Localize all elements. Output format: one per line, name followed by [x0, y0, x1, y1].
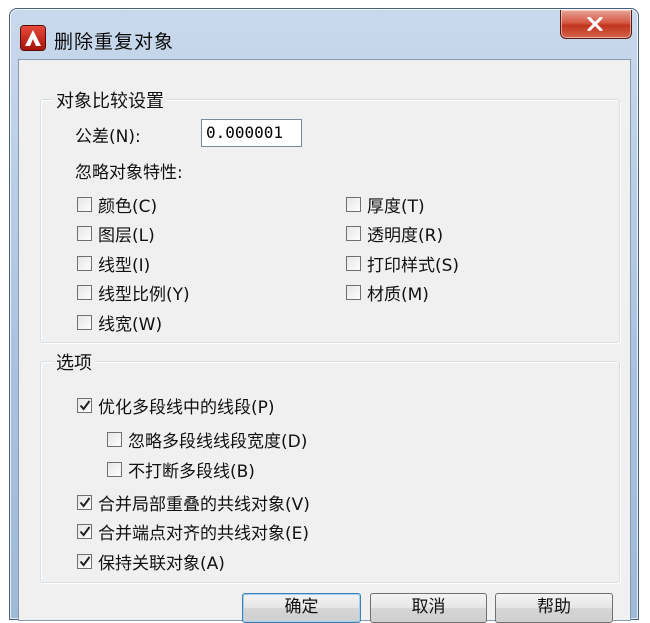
checkmark-icon [79, 399, 91, 411]
checkbox[interactable] [346, 284, 361, 300]
option-linetype[interactable]: 线型(I) [77, 251, 150, 276]
option-layer[interactable]: 图层(L) [77, 221, 155, 246]
option-material[interactable]: 材质(M) [346, 280, 429, 305]
option-linetype-scale[interactable]: 线型比例(Y) [77, 280, 190, 305]
option-lineweight[interactable]: 线宽(W) [77, 310, 162, 335]
checkbox[interactable] [107, 431, 122, 447]
checkbox[interactable] [77, 196, 92, 212]
autocad-logo-icon [21, 26, 45, 50]
close-icon [587, 17, 603, 31]
checkbox[interactable] [346, 255, 361, 271]
checkbox[interactable] [77, 314, 92, 330]
checkbox[interactable] [77, 397, 92, 413]
option-color[interactable]: 颜色(C) [77, 192, 157, 217]
window-title: 删除重复对象 [54, 31, 175, 53]
option-transparency[interactable]: 透明度(R) [346, 221, 443, 246]
title-bar[interactable]: 删除重复对象 [10, 9, 638, 59]
checkbox[interactable] [346, 196, 361, 212]
dialog-client: 对象比较设置 公差(N): 0.000001 忽略对象特性: 颜色(C) 图层(… [18, 59, 631, 621]
ignore-properties-label: 忽略对象特性: [75, 163, 183, 183]
compare-settings-title: 对象比较设置 [53, 87, 167, 113]
checkbox[interactable] [77, 284, 92, 300]
option-ignore-polyline-width[interactable]: 忽略多段线线段宽度(D) [107, 427, 307, 452]
checkmark-icon [79, 555, 91, 567]
checkbox[interactable] [77, 553, 92, 569]
checkmark-icon [79, 525, 91, 537]
checkbox[interactable] [77, 225, 92, 241]
tolerance-input[interactable]: 0.000001 [201, 119, 302, 147]
option-merge-end-to-end-colinear[interactable]: 合并端点对齐的共线对象(E) [77, 519, 309, 544]
close-button[interactable] [560, 10, 632, 39]
dialog-window: 删除重复对象 对象比较设置 公差(N): 0.000001 忽略对象特性: 颜色… [9, 8, 639, 623]
option-do-not-break-polylines[interactable]: 不打断多段线(B) [107, 457, 255, 482]
option-thickness[interactable]: 厚度(T) [346, 192, 425, 217]
options-title: 选项 [53, 349, 95, 375]
cancel-button[interactable]: 取消 [370, 593, 487, 623]
option-maintain-associative[interactable]: 保持关联对象(A) [77, 549, 225, 574]
checkbox[interactable] [346, 225, 361, 241]
tolerance-label: 公差(N): [75, 127, 141, 147]
option-merge-overlapping-colinear[interactable]: 合并局部重叠的共线对象(V) [77, 490, 310, 515]
checkbox[interactable] [77, 494, 92, 510]
checkbox[interactable] [107, 461, 122, 477]
ok-button[interactable]: 确定 [242, 593, 361, 623]
checkmark-icon [79, 496, 91, 508]
checkbox[interactable] [77, 255, 92, 271]
option-optimize-polylines[interactable]: 优化多段线中的线段(P) [77, 393, 275, 418]
option-plot-style[interactable]: 打印样式(S) [346, 251, 459, 276]
help-button[interactable]: 帮助 [495, 593, 613, 623]
checkbox[interactable] [77, 523, 92, 539]
